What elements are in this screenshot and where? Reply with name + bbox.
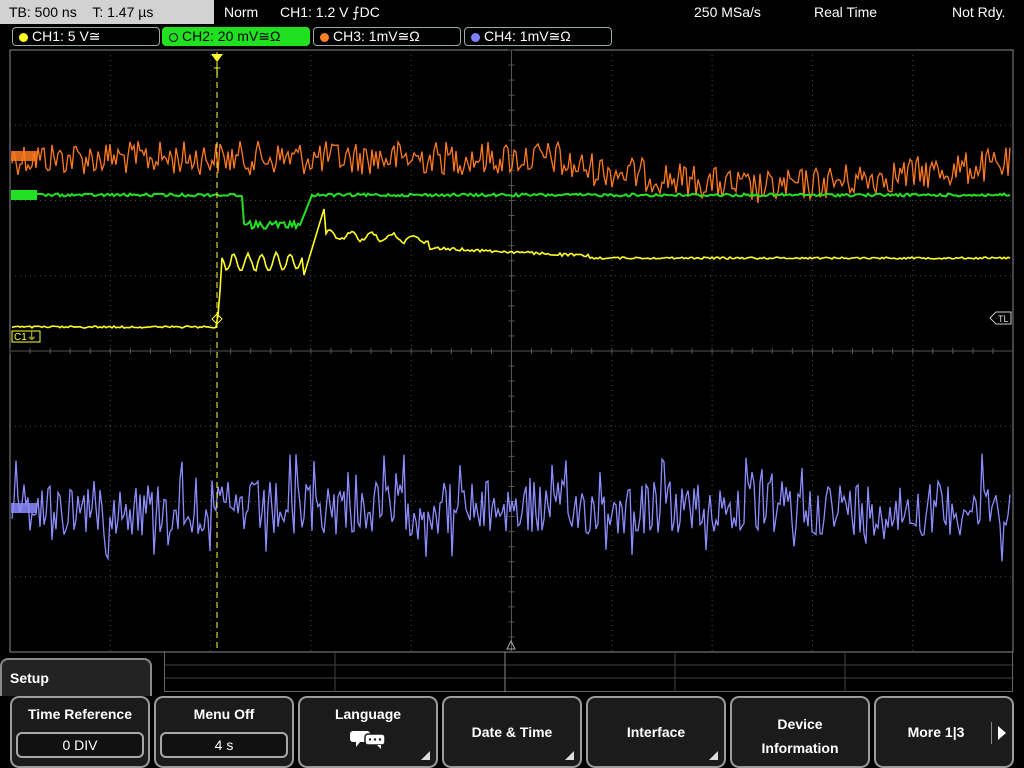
menu-off-label: Menu Off (193, 706, 255, 722)
submenu-corner-icon (421, 751, 430, 760)
bottom-info-area (164, 652, 1014, 692)
language-softkey[interactable]: Language (298, 696, 438, 768)
date-time-label: Date & Time (471, 724, 553, 740)
menu-off-value[interactable]: 4 s (160, 732, 288, 758)
ch2-level-marker[interactable] (11, 190, 37, 200)
time-reference-value[interactable]: 0 DIV (16, 732, 144, 758)
menu-off-softkey[interactable]: Menu Off 4 s (154, 696, 294, 768)
more-divider (991, 722, 992, 744)
time-reference-label: Time Reference (27, 706, 132, 722)
device-information-softkey[interactable]: Device Information (730, 696, 870, 768)
date-time-softkey[interactable]: Date & Time (442, 696, 582, 768)
menu-title-setup: Setup (0, 658, 152, 696)
trigger-level-marker: TL (998, 314, 1009, 324)
ch1-ground-marker: C1⏚ (14, 331, 37, 343)
trigger-position-marker: T (213, 65, 221, 79)
ch4-level-marker[interactable] (11, 503, 37, 513)
time-reference-softkey[interactable]: Time Reference 0 DIV (10, 696, 150, 768)
interface-softkey[interactable]: Interface (586, 696, 726, 768)
next-page-arrow-icon[interactable] (998, 726, 1006, 740)
speech-bubbles-icon (350, 731, 386, 749)
bottom-grid-lines (165, 652, 1014, 692)
submenu-corner-icon (565, 751, 574, 760)
more-softkey[interactable]: More 1|3 (874, 696, 1014, 768)
device-information-label-line2: Information (761, 740, 839, 756)
submenu-corner-icon (709, 751, 718, 760)
device-information-label-line1: Device (777, 716, 823, 732)
ch3-level-marker[interactable] (11, 151, 37, 161)
interface-label: Interface (626, 724, 686, 740)
language-label: Language (334, 706, 402, 722)
